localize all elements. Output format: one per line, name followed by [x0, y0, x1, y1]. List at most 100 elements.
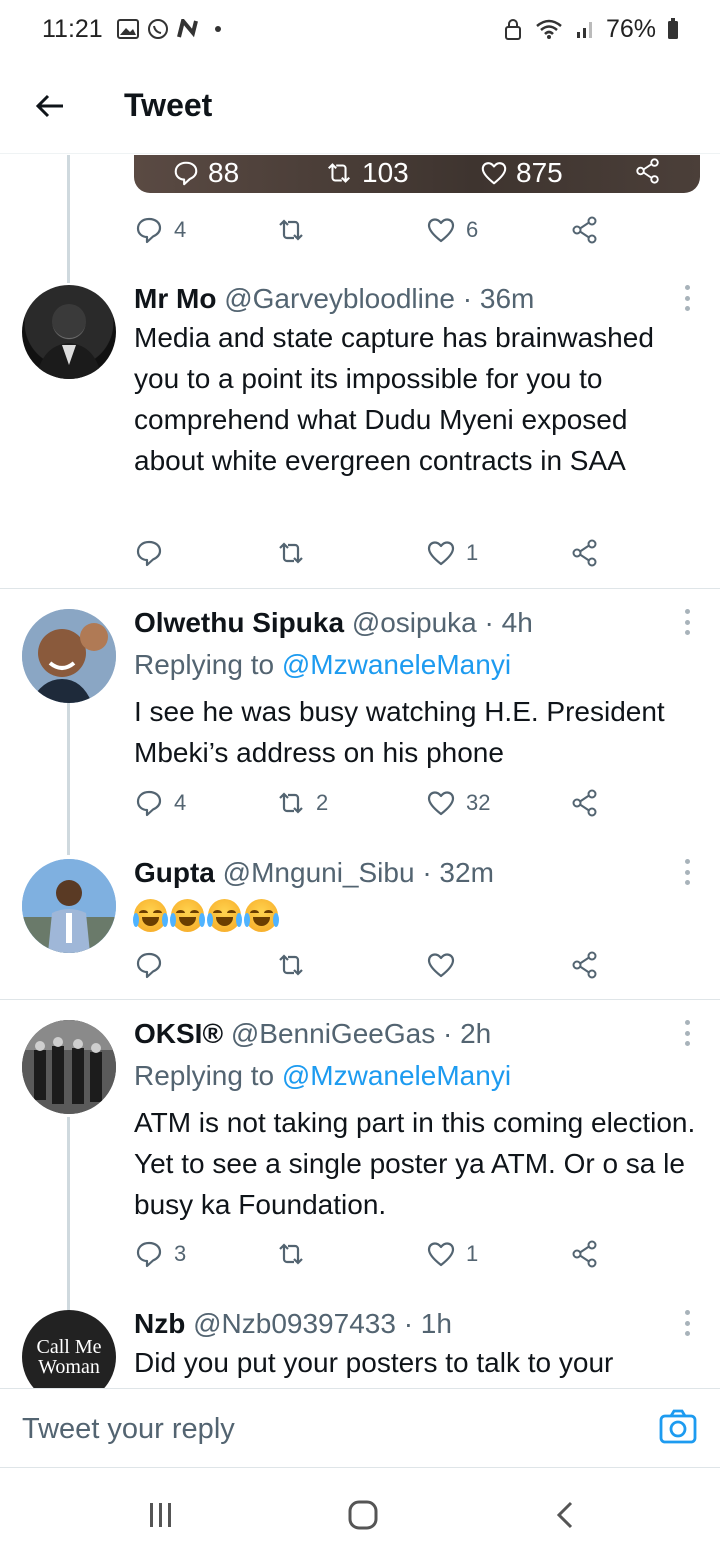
share-icon — [572, 539, 597, 567]
retweet-button[interactable] — [276, 945, 316, 985]
thread-line — [67, 703, 70, 855]
reply-icon — [136, 540, 162, 567]
display-name[interactable]: Mr Mo — [134, 283, 216, 314]
tweet-actions: 1 — [134, 533, 604, 573]
heart-icon — [427, 541, 455, 566]
tweet-text: I see he was busy watching H.E. Presiden… — [134, 696, 665, 768]
quoted-like-count: 875 — [480, 157, 563, 189]
lock-icon — [502, 18, 524, 40]
retweet-button[interactable]: 2 — [276, 783, 328, 823]
retweet-button[interactable] — [276, 533, 316, 573]
user-handle[interactable]: @Nzb09397433 — [193, 1308, 396, 1339]
reply-icon — [136, 790, 162, 817]
back-nav-button[interactable] — [548, 1498, 582, 1532]
tweet-time: · 32m — [422, 857, 494, 888]
reply-button[interactable] — [134, 533, 174, 573]
tweet-text: Media and state capture has brainwashed … — [134, 322, 654, 476]
tweet-reply-input[interactable] — [22, 1407, 622, 1451]
user-handle[interactable]: @Garveybloodline — [224, 283, 455, 314]
share-icon — [572, 216, 597, 244]
share-icon — [572, 1240, 597, 1268]
heart-icon — [427, 218, 455, 243]
reply-button[interactable]: 4 — [134, 210, 186, 250]
reply-feed[interactable]: 88 103 875 4 6 Mr Mo @Garveybloodline · … — [0, 155, 720, 1388]
retweet-icon — [279, 792, 303, 814]
tweet-time: · 2h — [442, 1018, 492, 1049]
tweet-header: Mr Mo @Garveybloodline · 36m — [134, 283, 534, 315]
parent-tweet-actions: 4 6 — [134, 210, 604, 250]
reply-composer — [0, 1388, 720, 1468]
more-options-icon[interactable] — [682, 859, 692, 885]
reply-button[interactable] — [134, 945, 174, 985]
quoted-media-stats[interactable]: 88 103 875 — [134, 155, 700, 193]
thread-line — [67, 155, 70, 283]
reply-button[interactable]: 4 — [134, 783, 186, 823]
tweet-actions — [134, 945, 604, 985]
display-name[interactable]: OKSI® — [134, 1018, 223, 1049]
recent-apps-button[interactable] — [144, 1498, 178, 1532]
reply-button[interactable]: 3 — [134, 1234, 186, 1274]
user-handle[interactable]: @Mnguni_Sibu — [223, 857, 415, 888]
tweet-header: OKSI® @BenniGeeGas · 2h — [134, 1018, 491, 1050]
home-button[interactable] — [346, 1498, 380, 1532]
reply-count: 4 — [174, 217, 187, 242]
n-app-icon — [176, 18, 199, 40]
home-icon — [348, 1500, 378, 1530]
user-handle[interactable]: @osipuka — [352, 607, 477, 638]
more-options-icon[interactable] — [682, 1310, 692, 1336]
tears-of-joy-icon — [207, 898, 242, 932]
more-options-icon[interactable] — [682, 609, 692, 635]
more-options-icon[interactable] — [682, 285, 692, 311]
like-button[interactable] — [426, 945, 466, 985]
share-button[interactable] — [570, 210, 600, 250]
arrow-left-icon — [35, 94, 63, 117]
tears-of-joy-icon — [133, 898, 168, 932]
like-count: 32 — [466, 790, 491, 815]
reply-target-link[interactable]: @MzwaneleManyi — [282, 649, 511, 680]
tweet-text: ATM is not taking part in this coming el… — [134, 1107, 696, 1220]
tweet-time: · 36m — [462, 283, 535, 314]
share-icon — [572, 789, 597, 817]
share-button[interactable] — [570, 533, 600, 573]
like-count: 1 — [466, 540, 479, 565]
heart-icon — [481, 162, 507, 185]
recent-apps-icon — [150, 1503, 171, 1527]
battery-icon — [666, 18, 680, 40]
avatar[interactable] — [22, 285, 116, 379]
dot-icon — [207, 18, 229, 40]
avatar[interactable] — [22, 1020, 116, 1114]
avatar[interactable] — [22, 609, 116, 703]
reply-icon — [136, 1241, 162, 1268]
like-button[interactable]: 1 — [426, 533, 478, 573]
system-nav-bar — [0, 1468, 720, 1560]
back-button[interactable] — [24, 80, 76, 132]
share-button[interactable] — [570, 1234, 600, 1274]
avatar-text: Call Me Woman — [36, 1336, 102, 1378]
more-options-icon[interactable] — [682, 1020, 692, 1046]
like-button[interactable]: 32 — [426, 783, 490, 823]
tweet-actions: 4 2 32 — [134, 783, 604, 823]
retweet-button[interactable] — [276, 1234, 316, 1274]
display-name[interactable]: Gupta — [134, 857, 215, 888]
share-button[interactable] — [570, 783, 600, 823]
reply-icon — [136, 217, 162, 244]
retweet-icon — [279, 219, 303, 241]
reply-target-link[interactable]: @MzwaneleManyi — [282, 1060, 511, 1091]
retweet-icon — [279, 1243, 303, 1265]
reply-icon — [174, 161, 198, 186]
reply-count: 4 — [174, 790, 187, 815]
reply-icon — [136, 952, 162, 979]
camera-button[interactable] — [658, 1407, 698, 1447]
share-icon — [634, 157, 662, 185]
user-handle[interactable]: @BenniGeeGas — [231, 1018, 435, 1049]
heart-icon — [427, 1242, 455, 1267]
share-button[interactable] — [570, 945, 600, 985]
display-name[interactable]: Nzb — [134, 1308, 185, 1339]
quoted-retweet-count: 103 — [324, 157, 409, 189]
like-button[interactable]: 6 — [426, 210, 478, 250]
avatar[interactable] — [22, 859, 116, 953]
display-name[interactable]: Olwethu Sipuka — [134, 607, 344, 638]
avatar[interactable]: Call Me Woman — [22, 1310, 116, 1388]
like-button[interactable]: 1 — [426, 1234, 478, 1274]
retweet-button[interactable] — [276, 210, 316, 250]
